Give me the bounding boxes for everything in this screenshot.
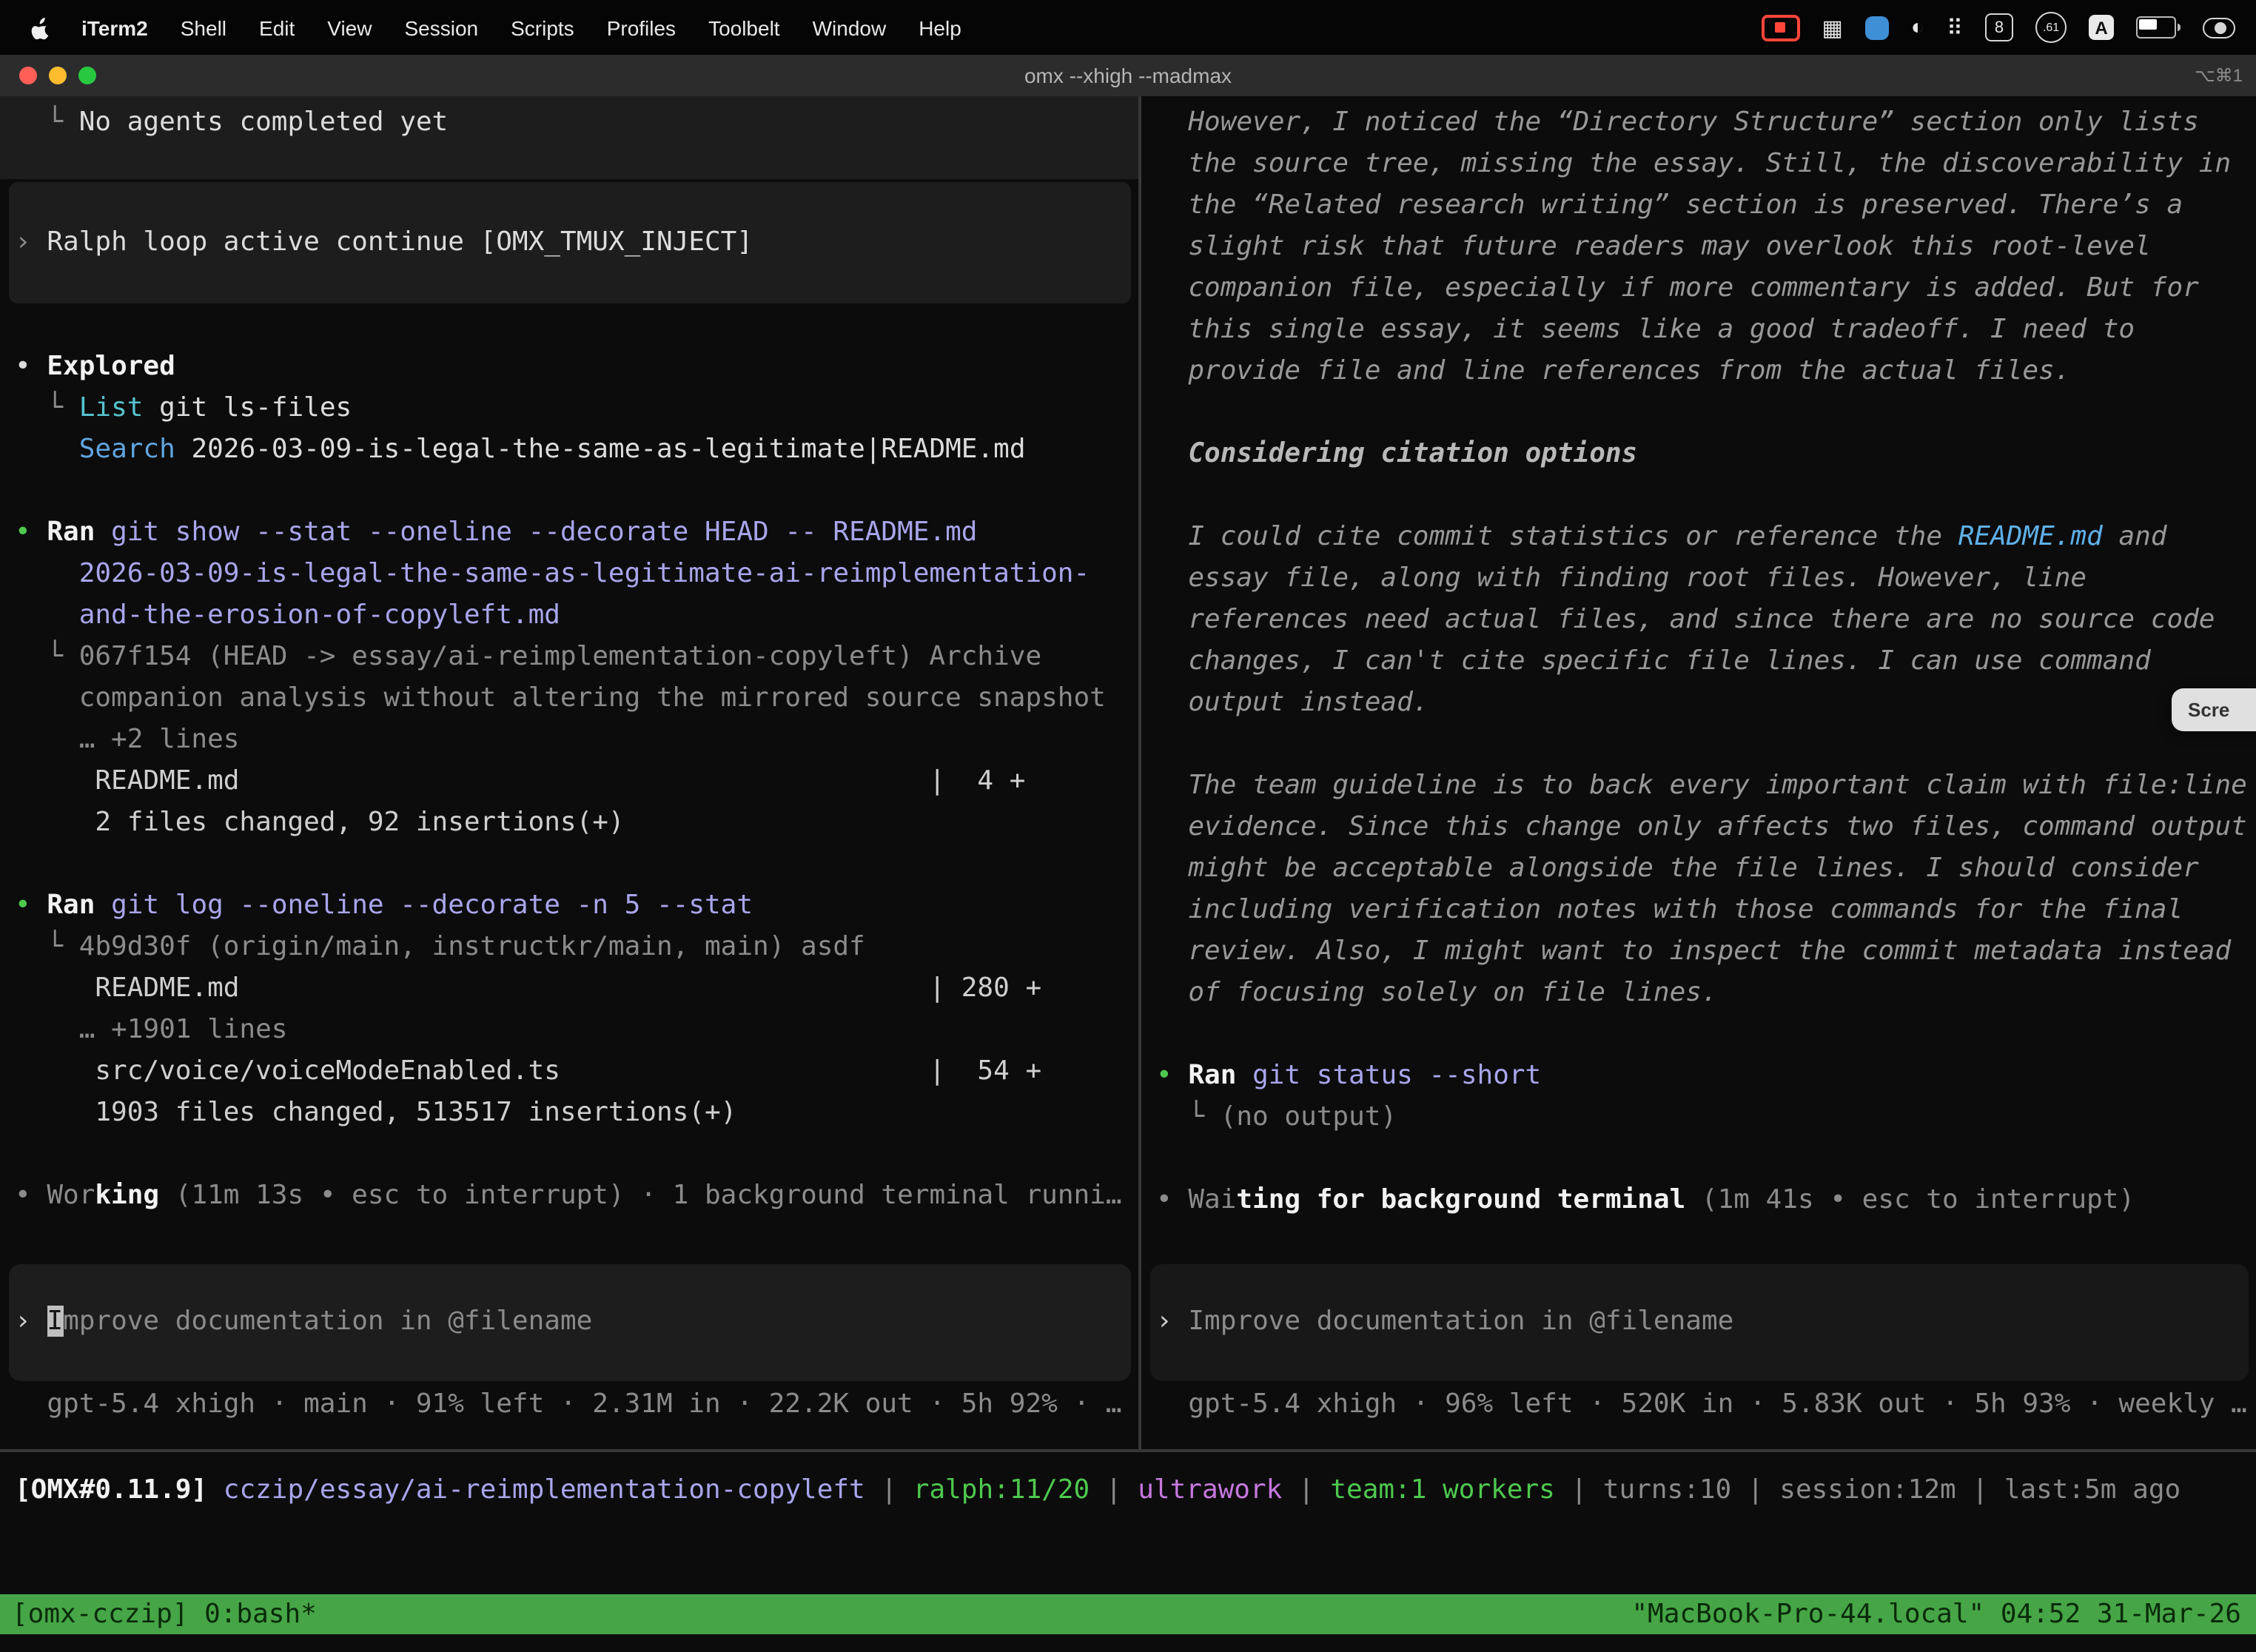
menu-view[interactable]: View — [311, 16, 388, 39]
terminal-line — [15, 1134, 1138, 1175]
menu-toolbelt[interactable]: Toolbelt — [692, 16, 796, 39]
terminal-line: The team guideline is to back every impo… — [1156, 765, 2256, 807]
terminal-line: 2 files changed, 92 insertions(+) — [15, 802, 1138, 844]
tmux-session-label: [omx-cczip] 0:bash* — [0, 1599, 317, 1630]
terminal-line: › Ralph loop active continue [OMX_TMUX_I… — [15, 222, 1116, 263]
terminal-line: src/voice/voiceModeEnabled.ts | 54 + — [15, 1051, 1138, 1092]
terminal-block-body: • Explored └ List git ls-files Search 20… — [0, 346, 1138, 1217]
control-center-icon[interactable] — [2203, 17, 2235, 38]
window-title: omx --xhigh --madmax — [0, 64, 2256, 87]
terminal-box-banner: › Ralph loop active continue [OMX_TMUX_I… — [9, 182, 1131, 303]
screen-recording-indicator-icon[interactable] — [1762, 14, 1800, 41]
terminal-line: gpt-5.4 xhigh · 96% left · 520K in · 5.8… — [1156, 1384, 2256, 1426]
omx-status-bar: [OMX#0.11.9] cczip/essay/ai-reimplementa… — [0, 1452, 2256, 1511]
menu-profiles[interactable]: Profiles — [591, 16, 692, 39]
terminal-line: evidence. Since this change only affects… — [1156, 807, 2256, 848]
terminal-line: gpt-5.4 xhigh · main · 91% left · 2.31M … — [15, 1384, 1138, 1426]
terminal-line: changes, I can't cite specific file line… — [1156, 641, 2256, 682]
terminal-line: 2026-03-09-is-legal-the-same-as-legitima… — [15, 554, 1138, 595]
terminal-line: I could cite commit statistics or refere… — [1156, 517, 2256, 558]
input-source-icon[interactable]: A — [2089, 15, 2114, 40]
terminal-line: • Working (11m 13s • esc to interrupt) ·… — [15, 1175, 1138, 1217]
terminal-line: • Explored — [15, 346, 1138, 388]
terminal-line: provide file and line references from th… — [1156, 351, 2256, 392]
terminal-line: • Waiting for background terminal (1m 41… — [1156, 1180, 2256, 1221]
terminal-line: └ (no output) — [1156, 1097, 2256, 1138]
terminal-line — [15, 471, 1138, 512]
terminal-line: • Ran git status --short — [1156, 1055, 2256, 1097]
menu-window[interactable]: Window — [796, 16, 903, 39]
terminal-line: essay file, along with finding root file… — [1156, 558, 2256, 600]
screen: iTerm2ShellEditViewSessionScriptsProfile… — [0, 0, 2256, 1652]
terminal-line: the “Related research writing” section i… — [1156, 185, 2256, 226]
terminal-line — [1156, 1138, 2256, 1180]
key-app-icon[interactable]: 8 — [1985, 13, 2013, 41]
terminal-line — [15, 844, 1138, 885]
menu-edit[interactable]: Edit — [243, 16, 311, 39]
terminal-block-status: gpt-5.4 xhigh · 96% left · 520K in · 5.8… — [1141, 1384, 2256, 1426]
terminal-line: • Ran git log --oneline --decorate -n 5 … — [15, 885, 1138, 927]
terminal-line: … +2 lines — [15, 719, 1138, 761]
terminal-line: might be acceptable alongside the file l… — [1156, 848, 2256, 890]
battery-icon[interactable] — [2136, 16, 2181, 38]
terminal: └ No agents completed yet › Ralph loop ac… — [0, 96, 2256, 1652]
menu-help[interactable]: Help — [902, 16, 978, 39]
right-pane[interactable]: However, I noticed the “Directory Struct… — [1141, 96, 2256, 1449]
terminal-line: Search 2026-03-09-is-legal-the-same-as-l… — [15, 429, 1138, 471]
terminal-line: └ List git ls-files — [15, 388, 1138, 429]
battery-percent-icon[interactable]: .61 — [2035, 12, 2067, 43]
terminal-block-status: gpt-5.4 xhigh · main · 91% left · 2.31M … — [0, 1384, 1138, 1426]
tmux-status-bar: [omx-cczip] 0:bash* "MacBook-Pro-44.loca… — [0, 1594, 2256, 1634]
half-circle-app-icon[interactable]: ◐ — [1911, 15, 1924, 40]
menu-shell[interactable]: Shell — [164, 16, 243, 39]
menu-session[interactable]: Session — [388, 16, 494, 39]
terminal-line — [1156, 724, 2256, 765]
terminal-line — [1156, 1014, 2256, 1055]
terminal-line: slight risk that future readers may over… — [1156, 226, 2256, 268]
terminal-line: Considering citation options — [1156, 434, 2256, 475]
dots-grid-app-icon[interactable]: ⠿ — [1947, 14, 1963, 41]
terminal-line: README.md | 4 + — [15, 761, 1138, 802]
terminal-line: • Ran git show --stat --oneline --decora… — [15, 512, 1138, 554]
terminal-line: references need actual files, and since … — [1156, 600, 2256, 641]
left-pane[interactable]: └ No agents completed yet › Ralph loop ac… — [0, 96, 1138, 1449]
terminal-line: review. Also, I might want to inspect th… — [1156, 931, 2256, 973]
terminal-line: › Improve documentation in @filename — [1156, 1301, 2234, 1343]
terminal-line: └ 067f154 (HEAD -> essay/ai-reimplementa… — [15, 637, 1138, 678]
terminal-line — [1156, 392, 2256, 434]
grid-app-icon[interactable]: ▦ — [1822, 14, 1843, 41]
terminal-line: this single essay, it seems like a good … — [1156, 309, 2256, 351]
terminal-line: └ No agents completed yet — [15, 102, 1124, 144]
blue-app-icon[interactable] — [1865, 16, 1889, 39]
terminal-line — [1156, 475, 2256, 517]
terminal-line: output instead. — [1156, 682, 2256, 724]
terminal-line: └ 4b9d30f (origin/main, instructkr/main,… — [15, 927, 1138, 968]
terminal-line: the source tree, missing the essay. Stil… — [1156, 144, 2256, 185]
apple-menu-icon[interactable] — [0, 16, 65, 39]
terminal-line: including verification notes with those … — [1156, 890, 2256, 931]
prompt-input-box[interactable]: › Improve documentation in @filename — [9, 1264, 1131, 1381]
terminal-line: › Improve documentation in @filename — [15, 1301, 1116, 1343]
screen-notification[interactable]: Scre — [2172, 688, 2256, 731]
terminal-line: companion file, especially if more comme… — [1156, 268, 2256, 309]
terminal-line: README.md | 280 + — [15, 968, 1138, 1010]
terminal-line: and-the-erosion-of-copyleft.md — [15, 595, 1138, 637]
terminal-line: … +1901 lines — [15, 1010, 1138, 1051]
terminal-line: of focusing solely on file lines. — [1156, 973, 2256, 1014]
terminal-line: 1903 files changed, 513517 insertions(+) — [15, 1092, 1138, 1134]
menu-bar: iTerm2ShellEditViewSessionScriptsProfile… — [0, 0, 2256, 55]
menu-scripts[interactable]: Scripts — [494, 16, 591, 39]
tmux-host-time-label: "MacBook-Pro-44.local" 04:52 31-Mar-26 — [1631, 1599, 2256, 1630]
prompt-input-box[interactable]: › Improve documentation in @filename — [1150, 1264, 2249, 1381]
terminal-block-body-top: However, I noticed the “Directory Struct… — [1141, 96, 2256, 1221]
terminal-box-top: └ No agents completed yet — [0, 96, 1138, 179]
terminal-line: companion analysis without altering the … — [15, 678, 1138, 719]
window-shortcut-indicator: ⌥⌘1 — [2195, 65, 2256, 86]
window-title-bar: omx --xhigh --madmax ⌥⌘1 — [0, 55, 2256, 98]
terminal-line: However, I noticed the “Directory Struct… — [1156, 102, 2256, 144]
menu-iterm2[interactable]: iTerm2 — [65, 16, 164, 39]
